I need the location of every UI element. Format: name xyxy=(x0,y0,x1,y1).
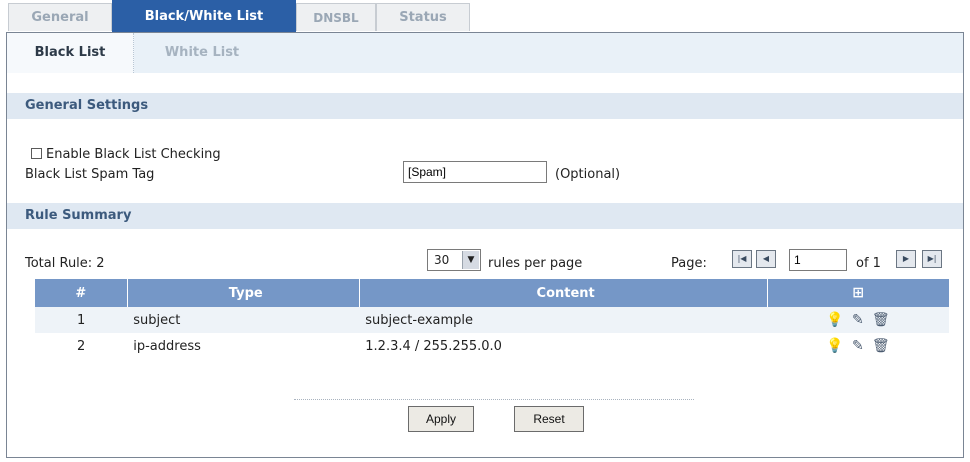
column-header-actions: ⊞ xyxy=(767,279,949,307)
sub-tabs: Black List White List xyxy=(7,33,963,73)
add-rule-icon[interactable]: ⊞ xyxy=(852,285,864,301)
table-header-row: # Type Content ⊞ xyxy=(35,279,949,307)
row-actions: 💡 ✎ 🗑 xyxy=(767,307,949,333)
active-bulb-icon[interactable]: 💡 xyxy=(826,312,843,328)
row-content: 1.2.3.4 / 255.255.0.0 xyxy=(359,333,768,359)
tab-dnsbl[interactable]: DNSBL xyxy=(296,3,376,31)
next-page-icon[interactable]: ▶ xyxy=(896,250,916,268)
edit-icon[interactable]: ✎ xyxy=(852,338,864,354)
column-header-type: Type xyxy=(127,279,360,307)
subtab-black-list[interactable]: Black List xyxy=(7,33,134,73)
spam-tag-input[interactable] xyxy=(403,161,547,183)
table-row: 2 ip-address 1.2.3.4 / 255.255.0.0 💡 ✎ 🗑 xyxy=(35,333,949,359)
tab-status[interactable]: Status xyxy=(376,3,470,31)
page-label: Page: xyxy=(671,256,707,271)
delete-icon[interactable]: 🗑 xyxy=(872,338,890,354)
enable-black-list-label: Enable Black List Checking xyxy=(46,147,221,162)
row-number: 2 xyxy=(35,333,128,359)
delete-icon[interactable]: 🗑 xyxy=(872,312,890,328)
last-page-icon[interactable]: ▶| xyxy=(922,250,942,268)
edit-icon[interactable]: ✎ xyxy=(852,312,864,328)
optional-label: (Optional) xyxy=(555,167,621,182)
row-type: subject xyxy=(127,307,360,333)
row-content: subject-example xyxy=(359,307,768,333)
rules-table: # Type Content ⊞ 1 subject subject-examp… xyxy=(35,279,949,359)
general-settings-header: General Settings xyxy=(7,93,963,119)
first-page-icon[interactable]: |◀ xyxy=(732,250,752,268)
row-type: ip-address xyxy=(127,333,360,359)
rules-per-page-select[interactable]: 30 ▼ xyxy=(427,249,481,271)
page-number-input[interactable] xyxy=(789,249,847,271)
enable-black-list-checkbox[interactable] xyxy=(31,148,42,159)
row-actions: 💡 ✎ 🗑 xyxy=(767,333,949,359)
main-tabs: General Black/White List DNSBL Status xyxy=(6,0,964,32)
column-header-number: # xyxy=(35,279,128,307)
column-header-content: Content xyxy=(359,279,768,307)
divider xyxy=(294,399,694,400)
total-rule-count: Total Rule: 2 xyxy=(25,256,105,271)
rules-per-page-label: rules per page xyxy=(488,256,583,271)
page-of-label: of 1 xyxy=(856,256,881,271)
apply-button[interactable]: Apply xyxy=(408,406,474,432)
tab-general[interactable]: General xyxy=(8,3,112,31)
subtab-white-list[interactable]: White List xyxy=(147,33,257,73)
rule-summary-header: Rule Summary xyxy=(7,203,963,229)
enable-black-list-row: Enable Black List Checking xyxy=(31,146,221,164)
active-bulb-icon[interactable]: 💡 xyxy=(826,338,843,354)
tab-black-white-list[interactable]: Black/White List xyxy=(112,0,296,32)
reset-button[interactable]: Reset xyxy=(514,406,584,432)
spam-tag-label: Black List Spam Tag xyxy=(25,167,155,182)
previous-page-icon[interactable]: ◀ xyxy=(756,250,776,268)
content-panel: Black List White List General Settings E… xyxy=(6,32,964,458)
rules-per-page-value: 30 xyxy=(434,253,450,267)
table-row: 1 subject subject-example 💡 ✎ 🗑 xyxy=(35,307,949,333)
chevron-down-icon[interactable]: ▼ xyxy=(462,251,479,269)
row-number: 1 xyxy=(35,307,128,333)
